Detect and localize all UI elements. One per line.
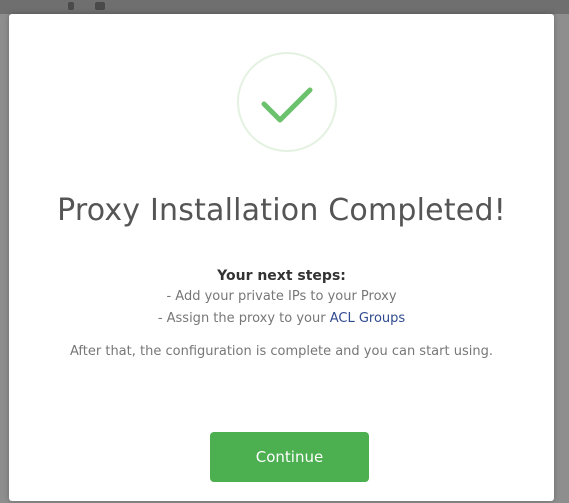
backdrop-mark bbox=[95, 2, 105, 10]
continue-button[interactable]: Continue bbox=[210, 432, 369, 482]
step-assign-text: - Assign the proxy to your bbox=[157, 311, 330, 326]
checkmark-icon bbox=[261, 87, 313, 123]
acl-groups-link[interactable]: ACL Groups bbox=[330, 311, 405, 326]
step-add-ips: - Add your private IPs to your Proxy bbox=[166, 289, 397, 304]
completion-note: After that, the configuration is complet… bbox=[70, 344, 493, 359]
next-steps-heading: Your next steps: bbox=[217, 268, 346, 284]
backdrop-mark bbox=[68, 2, 74, 10]
success-badge bbox=[237, 52, 337, 152]
dialog-title: Proxy Installation Completed! bbox=[57, 193, 506, 228]
backdrop bbox=[0, 0, 569, 14]
completion-dialog: Proxy Installation Completed! Your next … bbox=[9, 14, 554, 501]
step-assign-proxy: - Assign the proxy to your ACL Groups bbox=[9, 311, 554, 326]
